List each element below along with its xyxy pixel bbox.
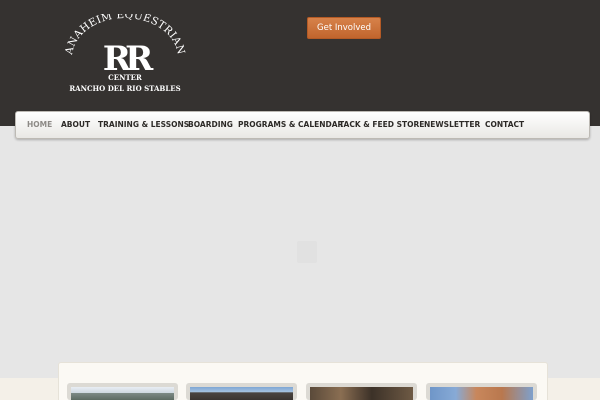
thumbnail-photo-3[interactable] — [306, 383, 417, 400]
site-logo[interactable]: ANAHEIM EQUESTRIAN RR CENTER RANCHO DEL … — [58, 14, 192, 96]
nav-item-contact[interactable]: CONTACT — [485, 112, 524, 138]
logo-stables-text: RANCHO DEL RIO STABLES — [69, 84, 180, 93]
nav-item-home[interactable]: HOME — [27, 112, 52, 138]
thumbnail-photo-1[interactable] — [67, 383, 178, 400]
nav-item-tack-feed-store[interactable]: TACK & FEED STORE — [339, 112, 424, 138]
nav-item-training-lessons[interactable]: TRAINING & LESSONS — [98, 112, 189, 138]
thumbnail-photo-4[interactable] — [426, 383, 537, 400]
nav-item-newsletter[interactable]: NEWSLETTER — [424, 112, 480, 138]
thumbnail-image — [71, 387, 174, 400]
thumbnail-image — [190, 387, 293, 400]
nav-item-programs-calendar[interactable]: PROGRAMS & CALENDAR — [238, 112, 343, 138]
slideshow-placeholder — [297, 241, 317, 263]
get-involved-button[interactable]: Get Involved — [307, 17, 381, 39]
thumbnail-photo-2[interactable] — [186, 383, 297, 400]
site-header: ANAHEIM EQUESTRIAN RR CENTER RANCHO DEL … — [0, 0, 600, 126]
nav-item-boarding[interactable]: BOARDING — [188, 112, 233, 138]
thumbnail-image — [430, 387, 533, 400]
thumbnail-image — [310, 387, 413, 400]
nav-item-about[interactable]: ABOUT — [61, 112, 90, 138]
main-navigation: HOME ABOUT TRAINING & LESSONS BOARDING P… — [15, 111, 590, 139]
logo-center-text: CENTER — [108, 73, 142, 82]
